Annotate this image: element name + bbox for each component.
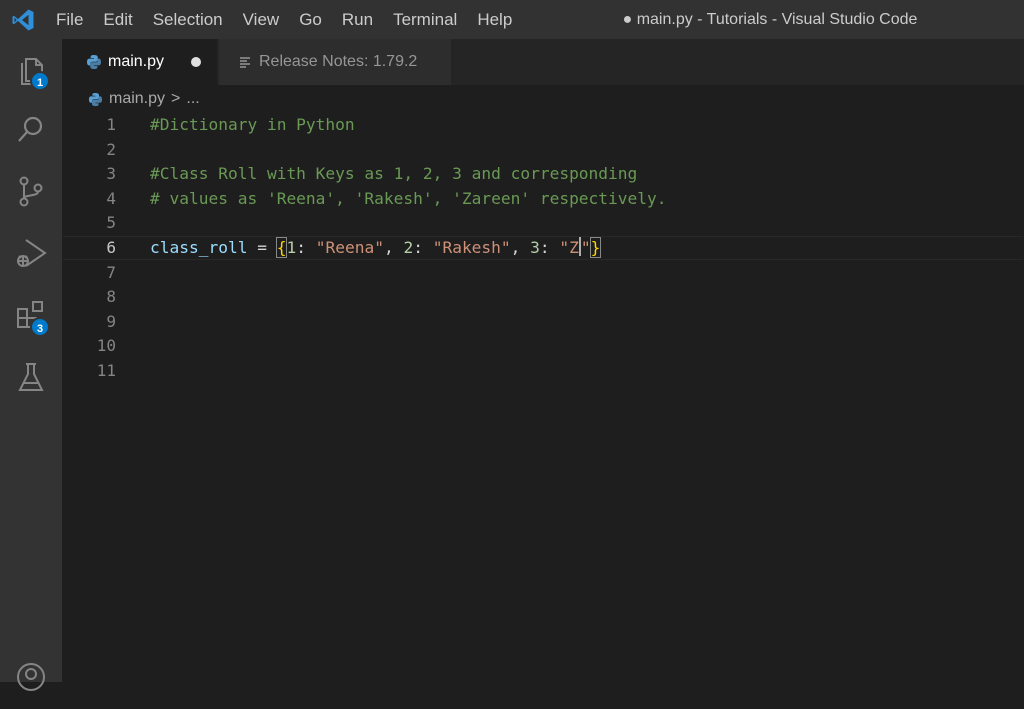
code-line-10: 10 — [62, 334, 1024, 359]
editor-tab-bar: main.py Release Notes: 1.79.2 — [62, 39, 1024, 85]
run-debug-icon — [14, 236, 48, 274]
line-number: 1 — [106, 115, 116, 134]
token-operator: = — [247, 238, 277, 257]
tab-release-notes[interactable]: Release Notes: 1.79.2 — [219, 39, 451, 85]
tab-release-notes-label: Release Notes: 1.79.2 — [259, 53, 418, 70]
token-variable: class_roll — [150, 238, 248, 257]
source-control-icon — [16, 175, 46, 211]
testing-button[interactable] — [0, 349, 62, 409]
accounts-icon — [15, 661, 47, 697]
line-number: 4 — [106, 188, 116, 208]
line-number: 7 — [106, 262, 116, 282]
menu-edit[interactable]: Edit — [93, 0, 142, 39]
tab-main-py-label: main.py — [108, 53, 165, 70]
menu-go[interactable]: Go — [289, 0, 332, 39]
token-string: "Rakesh" — [432, 238, 511, 257]
code-text[interactable]: # values as 'Reena', 'Rakesh', 'Zareen' … — [150, 187, 667, 212]
menu-bar: File Edit Selection View Go Run Terminal… — [46, 0, 522, 39]
search-icon — [16, 114, 46, 148]
code-line-2: 2 — [62, 138, 1024, 163]
line-number: 10 — [96, 336, 116, 356]
code-text[interactable]: #Class Roll with Keys as 1, 2, 3 and cor… — [150, 162, 637, 187]
menu-run[interactable]: Run — [332, 0, 383, 39]
token-number: 2 — [403, 238, 414, 257]
breadcrumb-file[interactable]: main.py — [109, 90, 165, 108]
token-close-brace: } — [589, 237, 602, 258]
token-string: "Reena" — [315, 238, 384, 257]
menu-terminal[interactable]: Terminal — [383, 0, 467, 39]
code-line-9: 9 — [62, 310, 1024, 335]
token-colon: : — [296, 238, 316, 257]
activity-bar: 1 3 — [0, 39, 62, 691]
explorer-badge: 1 — [30, 71, 50, 91]
token-separator: , — [383, 238, 404, 257]
breadcrumb-more[interactable]: ... — [186, 90, 199, 108]
code-line-7: 7 — [62, 261, 1024, 286]
token-number: 3 — [530, 238, 540, 257]
extensions-button[interactable]: 3 — [0, 287, 62, 347]
menu-selection[interactable]: Selection — [143, 0, 233, 39]
breadcrumb-python-icon — [88, 92, 103, 107]
token-string-end: " — [580, 238, 591, 257]
code-text[interactable]: class_roll = {1: "Reena", 2: "Rakesh", 3… — [150, 236, 602, 261]
line-number: 8 — [106, 287, 116, 307]
code-line-5: 5 — [62, 211, 1024, 236]
explorer-button[interactable]: 1 — [0, 41, 62, 101]
breadcrumb: main.py > ... — [62, 85, 1024, 113]
testing-icon — [17, 361, 45, 397]
code-editor[interactable]: 1 #Dictionary in Python 2 3 #Class Roll … — [62, 113, 1024, 682]
line-number: 11 — [96, 361, 116, 380]
line-number-active: 6 — [106, 238, 116, 257]
accounts-button[interactable] — [0, 649, 62, 709]
code-line-6: 6 class_roll = {1: "Reena", 2: "Rakesh",… — [62, 236, 1024, 261]
title-bar: File Edit Selection View Go Run Terminal… — [0, 0, 1024, 39]
line-number: 3 — [106, 164, 116, 184]
window-title: ● main.py - Tutorials - Visual Studio Co… — [622, 11, 918, 28]
extensions-badge: 3 — [30, 317, 50, 337]
tab-main-py[interactable]: main.py — [62, 39, 217, 85]
line-number: 5 — [106, 213, 116, 233]
code-line-11: 11 — [62, 359, 1024, 384]
line-number: 9 — [106, 311, 116, 331]
code-line-3: 3 #Class Roll with Keys as 1, 2, 3 and c… — [62, 162, 1024, 187]
code-text[interactable]: #Dictionary in Python — [150, 113, 355, 138]
token-colon: : — [539, 238, 560, 257]
menu-view[interactable]: View — [233, 0, 290, 39]
python-icon — [86, 54, 102, 70]
line-number: 2 — [106, 139, 116, 159]
breadcrumb-separator: > — [171, 90, 181, 107]
token-string: "Z — [559, 238, 579, 257]
menu-help[interactable]: Help — [467, 0, 522, 39]
token-number: 1 — [286, 238, 297, 257]
token-separator: , — [510, 238, 531, 257]
token-colon: : — [413, 238, 433, 257]
code-line-1: 1 #Dictionary in Python — [62, 113, 1024, 138]
unsaved-dot-icon[interactable] — [191, 57, 201, 67]
menu-file[interactable]: File — [46, 0, 93, 39]
release-notes-icon — [239, 56, 251, 68]
code-line-4: 4 # values as 'Reena', 'Rakesh', 'Zareen… — [62, 187, 1024, 212]
source-control-button[interactable] — [0, 163, 62, 223]
code-line-8: 8 — [62, 285, 1024, 310]
token-open-brace: { — [275, 237, 288, 258]
run-debug-button[interactable] — [0, 225, 62, 285]
search-button[interactable] — [0, 101, 62, 161]
vscode-logo-icon — [0, 0, 46, 39]
